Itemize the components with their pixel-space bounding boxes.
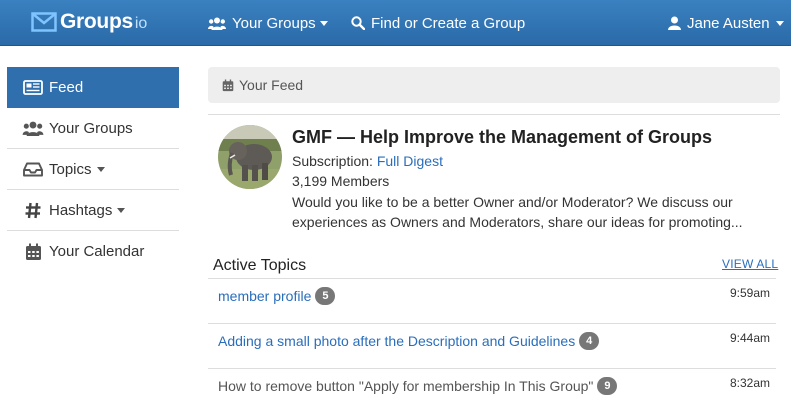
envelope-logo-icon xyxy=(31,12,57,32)
topic-title: How to remove button "Apply for membersh… xyxy=(218,378,594,394)
topic-row: member profile 5 9:59am xyxy=(208,278,776,323)
brand-suffix: io xyxy=(134,15,148,32)
user-name: Jane Austen xyxy=(687,14,770,32)
topic-time: 9:59am xyxy=(729,286,770,300)
user-menu[interactable]: Jane Austen xyxy=(668,0,784,46)
sidebar-item-label: Topics xyxy=(49,160,92,178)
hashtag-icon xyxy=(22,202,44,219)
subscription-link[interactable]: Full Digest xyxy=(377,153,443,169)
topic-row: Adding a small photo after the Descripti… xyxy=(208,323,776,368)
sidebar-item-label: Feed xyxy=(49,79,84,96)
topic-time: 8:32am xyxy=(729,376,770,390)
topics-list: member profile 5 9:59am Adding a small p… xyxy=(208,278,776,413)
active-topics-heading: Active Topics xyxy=(213,257,307,274)
sidebar-item-calendar[interactable]: Your Calendar xyxy=(7,231,179,272)
search-icon xyxy=(351,16,365,30)
topic-title: Adding a small photo after the Descripti… xyxy=(218,333,576,349)
elephant-photo xyxy=(218,125,282,189)
group-description: Would you like to be a better Owner and/… xyxy=(292,194,743,230)
feed-header: Your Feed xyxy=(208,67,780,103)
top-navbar: Groups io Your Groups Find or Create a G… xyxy=(0,0,791,46)
group-avatar[interactable] xyxy=(218,125,282,189)
subscription-label: Subscription: xyxy=(292,153,373,169)
calendar-icon xyxy=(222,79,234,91)
feed-title: Your Feed xyxy=(239,77,304,93)
newspaper-icon xyxy=(22,80,44,95)
group-name[interactable]: GMF — Help Improve the Management of Gro… xyxy=(292,127,712,148)
find-create-group-link[interactable]: Find or Create a Group xyxy=(351,0,525,46)
topic-link[interactable]: member profile 5 xyxy=(218,287,336,305)
sidebar-item-your-groups[interactable]: Your Groups xyxy=(7,108,179,149)
sidebar-item-feed[interactable]: Feed xyxy=(7,67,179,108)
topic-link[interactable]: Adding a small photo after the Descripti… xyxy=(218,332,600,350)
member-count: 3,199 Members xyxy=(292,173,390,189)
reply-count-badge: 9 xyxy=(597,377,618,395)
topic-row: How to remove button "Apply for membersh… xyxy=(208,368,776,413)
caret-down-icon xyxy=(775,21,784,26)
group-card: GMF — Help Improve the Management of Gro… xyxy=(208,114,780,238)
caret-down-icon xyxy=(117,208,126,213)
sidebar-nav: Feed Your Groups Topics Hashtags Your Ca… xyxy=(7,67,179,272)
groups-io-logo[interactable]: Groups io xyxy=(31,9,147,35)
find-create-label: Find or Create a Group xyxy=(371,14,526,32)
users-icon xyxy=(22,121,44,136)
reply-count-badge: 5 xyxy=(315,287,336,305)
reply-count-badge: 4 xyxy=(579,332,600,350)
users-icon xyxy=(208,17,226,30)
view-all-link[interactable]: VIEW ALL xyxy=(722,257,778,271)
topic-link[interactable]: How to remove button "Apply for membersh… xyxy=(218,377,618,395)
sidebar-item-label: Your Groups xyxy=(49,119,133,137)
sidebar-item-hashtags[interactable]: Hashtags xyxy=(7,190,179,231)
topic-title: member profile xyxy=(218,288,312,304)
sidebar-item-label: Your Calendar xyxy=(49,243,145,260)
subscription-line: Subscription: Full Digest xyxy=(292,153,443,169)
your-groups-menu[interactable]: Your Groups xyxy=(208,0,328,46)
brand-name: Groups xyxy=(60,10,133,33)
topic-time: 9:44am xyxy=(729,331,770,345)
user-icon xyxy=(668,16,681,30)
calendar-icon xyxy=(22,243,44,261)
sidebar-item-label: Hashtags xyxy=(49,201,113,219)
caret-down-icon xyxy=(319,21,328,26)
your-groups-label: Your Groups xyxy=(232,14,316,32)
sidebar-item-topics[interactable]: Topics xyxy=(7,149,179,190)
inbox-icon xyxy=(22,162,44,177)
caret-down-icon xyxy=(96,167,105,172)
